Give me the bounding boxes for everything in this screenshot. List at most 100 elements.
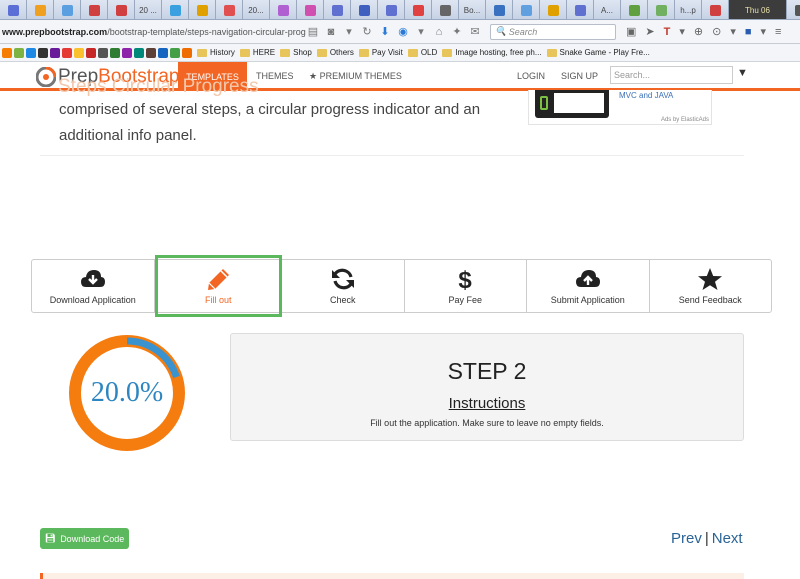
browser-tab[interactable]: [81, 0, 108, 19]
browser-tab[interactable]: [540, 0, 567, 19]
bookmark-icon[interactable]: [134, 47, 144, 58]
tab-favicon-icon: [794, 4, 800, 16]
browser-search-input[interactable]: 🔍 Search: [490, 23, 616, 40]
browser-tab[interactable]: [27, 0, 54, 19]
bookmark-icon[interactable]: [170, 47, 180, 58]
browser-tab[interactable]: [405, 0, 432, 19]
bookmark-icon[interactable]: [182, 47, 192, 58]
browser-tab[interactable]: [216, 0, 243, 19]
filter-icon[interactable]: ▼: [737, 67, 748, 79]
nav-themes[interactable]: THEMES: [256, 71, 294, 81]
pager: Prev | Next: [671, 530, 743, 547]
bookmark-folder[interactable]: Pay Visit: [358, 48, 403, 57]
bookmark-icon[interactable]: [158, 47, 168, 58]
pencil-icon: [208, 269, 230, 290]
bookmark-icon[interactable]: [98, 47, 108, 58]
browser-tab[interactable]: [0, 0, 27, 19]
reload-icon[interactable]: ↻: [360, 25, 374, 38]
bookmark-icon[interactable]: [14, 47, 24, 58]
folder-icon: [239, 48, 250, 57]
bookmark-icon[interactable]: [26, 47, 36, 58]
browser-tab[interactable]: [297, 0, 324, 19]
hamburger-menu-icon[interactable]: ≡: [775, 26, 781, 38]
lock-icon[interactable]: ⊙: [712, 25, 721, 38]
step-download-application[interactable]: Download Application: [32, 260, 155, 312]
bookmark-icon[interactable]: [74, 47, 84, 58]
browser-tab[interactable]: [108, 0, 135, 19]
info-step-heading: STEP 2: [447, 358, 527, 384]
browser-tab[interactable]: [162, 0, 189, 19]
shield-icon[interactable]: ◙: [324, 26, 338, 38]
save-icon[interactable]: ▣: [626, 25, 636, 38]
advertisement[interactable]: MVC and JAVA Ads by ElasticAds: [528, 90, 712, 125]
browser-tab[interactable]: [486, 0, 513, 19]
dropdown-icon-4[interactable]: ▾: [761, 25, 767, 38]
browser-tab[interactable]: [787, 0, 800, 19]
site-search-input[interactable]: Search...: [610, 66, 733, 84]
step-submit-application[interactable]: Submit Application: [527, 260, 650, 312]
browser-tab[interactable]: 20...: [243, 0, 270, 19]
browser-tab[interactable]: Bo...: [459, 0, 486, 19]
ad-attribution[interactable]: Ads by ElasticAds: [661, 117, 709, 123]
bookmark-icon[interactable]: [146, 47, 156, 58]
browser-tab[interactable]: h...p: [675, 0, 702, 19]
download-icon[interactable]: ⬇: [378, 25, 392, 38]
browser-tab[interactable]: [324, 0, 351, 19]
bookmark-icon[interactable]: [62, 47, 72, 58]
info-panel: STEP 2 Instructions Fill out the applica…: [230, 333, 744, 441]
pocket-icon[interactable]: ⌂: [432, 26, 446, 38]
browser-tab[interactable]: [567, 0, 594, 19]
bookmark-icon[interactable]: [122, 47, 132, 58]
bookmark-icon[interactable]: [2, 47, 12, 58]
browser-tab[interactable]: [648, 0, 675, 19]
browser-tab[interactable]: A...: [594, 0, 621, 19]
tab-favicon-icon: [7, 4, 19, 16]
bookmark-folder[interactable]: Snake Game - Play Fre...: [546, 48, 650, 57]
addon-icon[interactable]: ✦: [450, 25, 464, 38]
bookmark-folder[interactable]: History: [197, 48, 235, 57]
step-pay-fee[interactable]: $ Pay Fee: [405, 260, 527, 312]
nav-signup[interactable]: SIGN UP: [561, 71, 598, 81]
dropdown-icon-2[interactable]: ▾: [414, 25, 428, 38]
next-link[interactable]: Next: [712, 530, 743, 547]
bookmark-folder[interactable]: Image hosting, free ph...: [442, 48, 542, 57]
browser-tab[interactable]: 20 ...: [135, 0, 162, 19]
prev-link[interactable]: Prev: [671, 530, 702, 547]
globe-icon[interactable]: ⊕: [694, 25, 703, 38]
browser-tab[interactable]: [54, 0, 81, 19]
browser-tab[interactable]: [702, 0, 729, 19]
bookmark-icon[interactable]: [110, 47, 120, 58]
download-code-button[interactable]: 💾︎ Download Code: [40, 528, 129, 549]
step-check[interactable]: Check: [282, 260, 405, 312]
browser-tab[interactable]: [189, 0, 216, 19]
step-fill-out[interactable]: Fill out: [154, 255, 282, 317]
bookmark-icon[interactable]: [86, 47, 96, 58]
nav-login[interactable]: LOGIN: [517, 71, 545, 81]
browser-tab[interactable]: [432, 0, 459, 19]
browser-tab[interactable]: Thu 06: [729, 0, 787, 19]
dropdown-icon-3[interactable]: ▾: [730, 25, 736, 38]
dropdown-icon[interactable]: ▾: [342, 25, 356, 38]
browser-tab[interactable]: [621, 0, 648, 19]
bookmark-folder[interactable]: OLD: [407, 48, 437, 57]
tab-favicon-icon: [412, 4, 424, 16]
send-icon[interactable]: ➤: [645, 25, 654, 38]
address-bar[interactable]: www.prepbootstrap.com/bootstrap-template…: [0, 27, 306, 37]
disk-icon[interactable]: ■: [745, 26, 752, 38]
reader-icon[interactable]: ▤: [306, 25, 320, 38]
bookmark-icon[interactable]: [50, 47, 60, 58]
mail-icon[interactable]: ✉: [468, 25, 482, 38]
browser-tab[interactable]: [378, 0, 405, 19]
font-icon[interactable]: T: [664, 26, 671, 38]
step-send-feedback[interactable]: Send Feedback: [650, 260, 772, 312]
menu-dropdown-icon[interactable]: ▾: [679, 25, 685, 38]
browser-tab[interactable]: [513, 0, 540, 19]
bookmark-icon[interactable]: [38, 47, 48, 58]
browser-tab[interactable]: [351, 0, 378, 19]
bookmark-folder[interactable]: Others: [316, 48, 354, 57]
nav-premium-themes[interactable]: ★ PREMIUM THEMES: [309, 71, 402, 82]
bookmark-folder[interactable]: HERE: [239, 48, 275, 57]
bookmark-folder[interactable]: Shop: [280, 48, 312, 57]
extension-icon[interactable]: ◉: [396, 25, 410, 38]
browser-tab[interactable]: [270, 0, 297, 19]
